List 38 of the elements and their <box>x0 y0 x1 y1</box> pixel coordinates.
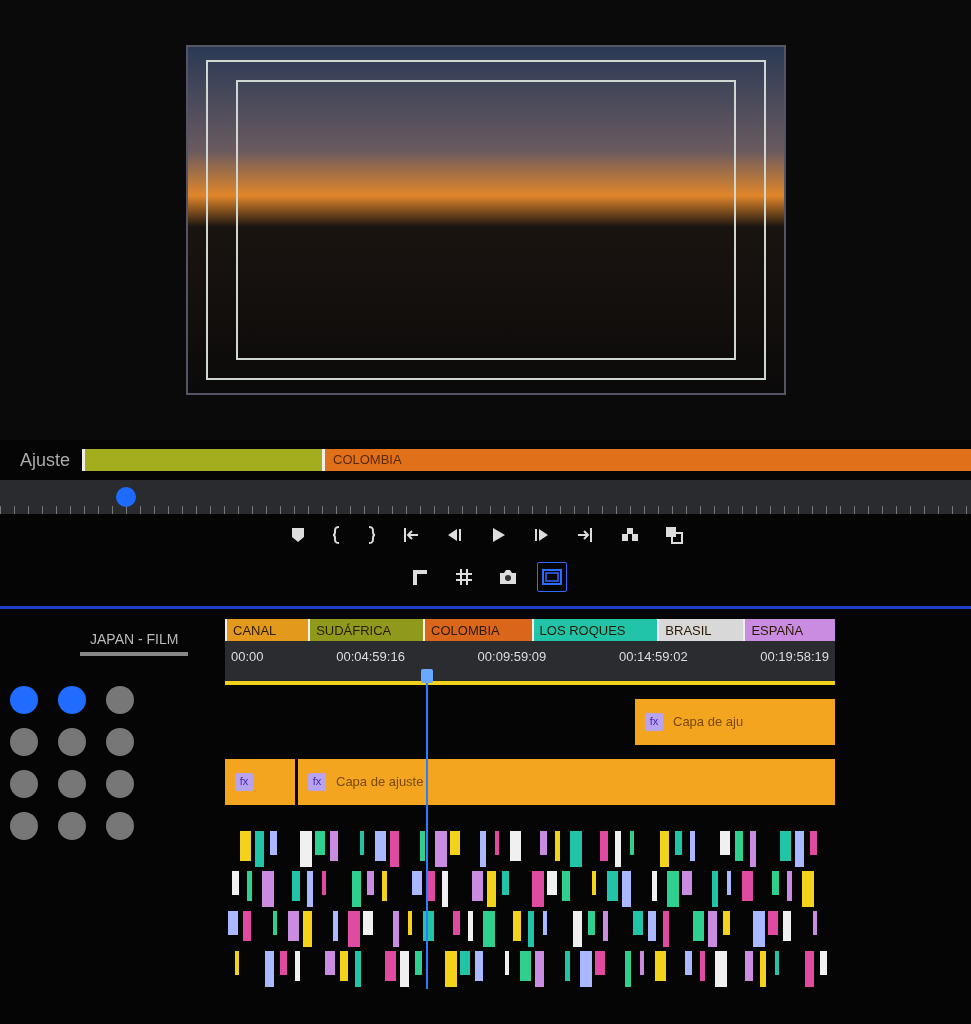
track-toggle-button[interactable] <box>106 686 134 714</box>
overwrite-icon <box>663 525 684 545</box>
timecode: 00:14:59:02 <box>618 648 688 666</box>
track-toggle-button[interactable] <box>10 812 38 840</box>
track-toggle-button[interactable] <box>10 686 38 714</box>
clip-label: Capa de ajuste <box>336 772 424 791</box>
marker-label: BRASIL <box>657 619 744 641</box>
track-toggle-button[interactable] <box>58 812 86 840</box>
fx-badge: fx <box>235 772 253 791</box>
marker-label: LOS ROQUES <box>531 619 658 641</box>
playhead-handle[interactable] <box>116 487 137 507</box>
track-toggle-button[interactable] <box>106 770 134 798</box>
fx-badge: fx <box>645 712 663 731</box>
track-toggle-button[interactable] <box>106 812 134 840</box>
track-toggle-button[interactable] <box>58 686 86 714</box>
track-toggle-button[interactable] <box>58 770 86 798</box>
safe-margins-button[interactable] <box>536 562 567 592</box>
track-toggle-button[interactable] <box>106 728 134 756</box>
timecode: 00:00 <box>231 648 264 666</box>
track-toggle-button[interactable] <box>58 728 86 756</box>
mark-in-icon <box>331 526 342 544</box>
grid-icon <box>453 567 474 587</box>
track-toggle-button[interactable] <box>10 728 38 756</box>
timecode: 00:19:58:19 <box>760 648 829 666</box>
marker-label: COLOMBIA <box>423 619 532 641</box>
fx-badge: fx <box>308 772 326 791</box>
timecode: 00:09:59:09 <box>477 648 547 666</box>
safe-margins-icon <box>541 567 562 587</box>
timecode: 00:04:59:16 <box>336 648 405 666</box>
clip-label: Capa de aju <box>673 712 744 731</box>
marker-label: CANAL <box>225 619 309 641</box>
track-toggle-button[interactable] <box>10 770 38 798</box>
camera-icon <box>497 567 518 587</box>
marker-label: SUDÁFRICA <box>308 619 424 641</box>
marker-bar: COLOMBIA <box>322 449 971 471</box>
sequence-tab[interactable]: JAPAN - FILM <box>80 627 189 656</box>
marker-label: ESPAÑA <box>743 619 835 641</box>
panel-label: Ajuste <box>20 448 71 472</box>
